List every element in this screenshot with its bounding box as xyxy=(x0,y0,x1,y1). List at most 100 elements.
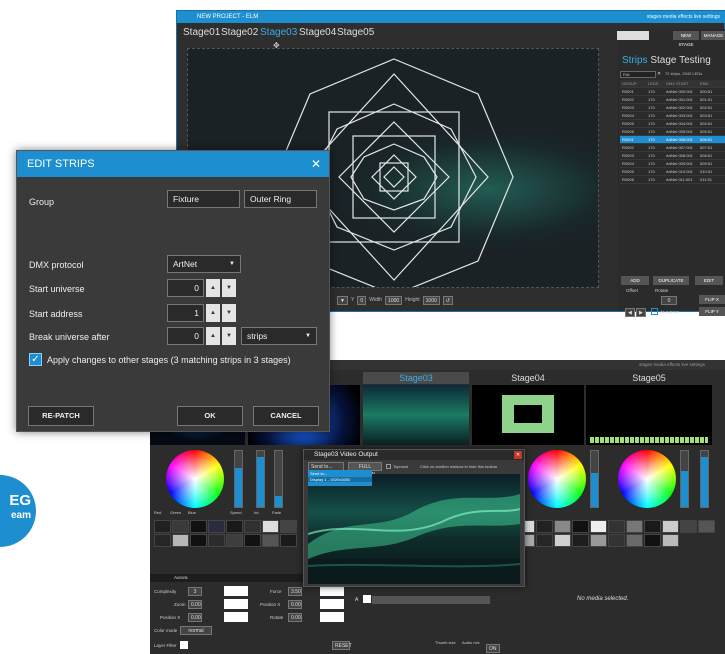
re-patch-button[interactable]: RE-PATCH xyxy=(28,406,94,426)
table-row[interactable]: R0003 170 ArtNet 008:001 008:51 xyxy=(620,152,725,160)
step-down-button[interactable]: ▼ xyxy=(337,295,348,305)
group-field-2[interactable]: Outer Ring xyxy=(244,190,317,208)
table-row[interactable]: R0005 170 ArtNet 010:001 010:51 xyxy=(620,168,725,176)
layer-filter-swatch[interactable] xyxy=(180,641,188,649)
start-address-down-button[interactable]: ▼ xyxy=(222,304,236,322)
new-stage-button[interactable]: NEW STAGE xyxy=(673,31,699,47)
color-wheel-mid[interactable] xyxy=(528,450,586,508)
menu-item-display1[interactable]: Display 1 - 1920x1080 xyxy=(308,477,372,482)
color-wheel-left[interactable] xyxy=(166,450,224,508)
param-zoom-field[interactable]: 0.00 xyxy=(188,600,202,609)
height-field[interactable]: 1000 xyxy=(422,295,440,305)
width-field[interactable]: 1000 xyxy=(385,295,403,305)
break-universe-up-button[interactable]: ▲ xyxy=(206,327,220,345)
edit-button[interactable]: EDIT xyxy=(695,276,723,285)
param-force-field[interactable]: 3.50 xyxy=(288,587,302,596)
start-universe-down-button[interactable]: ▼ xyxy=(222,279,236,297)
on-button[interactable]: ON xyxy=(486,644,500,653)
ok-button[interactable]: OK xyxy=(177,406,243,426)
table-row[interactable]: R0004 170 ArtNet 009:001 009:51 xyxy=(620,160,725,168)
table-row[interactable]: R0002 170 ArtNet 007:001 007:51 xyxy=(620,144,725,152)
menu-item-send-to[interactable]: Send to... xyxy=(308,470,372,477)
force-slider[interactable] xyxy=(320,586,344,596)
intensity-slider-left[interactable] xyxy=(256,450,265,508)
effect-library-right[interactable] xyxy=(518,520,718,547)
speed-slider-left[interactable] xyxy=(234,450,243,508)
flip-y-button[interactable]: FLIP Y xyxy=(699,307,725,316)
effect-library-left[interactable] xyxy=(154,520,304,547)
fade-slider-left[interactable] xyxy=(274,450,283,508)
table-row[interactable]: R0003 170 ArtNet 002:001 002:51 xyxy=(620,104,725,112)
right-panel: NEW STAGE MANAGE Strips Stage Testing Fi… xyxy=(617,29,725,317)
layer-a-swatch[interactable] xyxy=(363,595,371,603)
param-rotate-field[interactable]: 0.00 xyxy=(288,613,302,622)
stage03-preview[interactable] xyxy=(363,385,469,445)
break-unit-select[interactable]: strips ▼ xyxy=(241,327,317,345)
intensity-slider-right[interactable] xyxy=(700,450,709,508)
speed-slider-right[interactable] xyxy=(680,450,689,508)
tab-stage02[interactable]: Stage02 xyxy=(221,27,258,38)
tab-stage04[interactable]: Stage04 xyxy=(472,372,584,384)
table-row[interactable]: R0006 170 ArtNet 005:001 005:51 xyxy=(620,128,725,136)
break-universe-down-button[interactable]: ▼ xyxy=(222,327,236,345)
close-icon[interactable]: ✕ xyxy=(514,451,522,459)
color-wheel-right[interactable] xyxy=(618,450,676,508)
offset-left-button[interactable]: ◀ xyxy=(625,308,635,317)
topmost-checkbox[interactable] xyxy=(386,464,391,469)
param-posx-field[interactable]: 0.00 xyxy=(188,613,202,622)
reset-icon[interactable]: ↺ xyxy=(442,295,453,305)
dmx-protocol-select[interactable]: ArtNet ▼ xyxy=(167,255,241,273)
top-menu[interactable]: stages media effects live settings xyxy=(647,11,720,23)
tab-stage[interactable]: Stage xyxy=(650,55,676,66)
param-posx2-field[interactable]: 0.00 xyxy=(288,600,302,609)
blue-label: Blue xyxy=(188,510,197,515)
tab-stage03[interactable]: Stage03 xyxy=(260,27,297,38)
tab-testing[interactable]: Testing xyxy=(679,55,711,66)
rotate-slider[interactable] xyxy=(320,612,344,622)
offset-right-button[interactable]: ▶ xyxy=(636,308,646,317)
reset-button[interactable]: RESET xyxy=(332,641,352,650)
complexity-slider[interactable] xyxy=(224,586,248,596)
cancel-button[interactable]: CANCEL xyxy=(253,406,319,426)
clear-filter-icon[interactable]: ✕ xyxy=(657,71,661,77)
window-titlebar: NEW PROJECT - ELM xyxy=(177,11,725,23)
tab-stage05[interactable]: Stage05 xyxy=(586,372,712,384)
posx2-slider[interactable] xyxy=(320,599,344,609)
duplicate-button[interactable]: DUPLICATE xyxy=(653,276,689,285)
speed-slider-mid[interactable] xyxy=(590,450,599,508)
table-row[interactable]: R0006 170 ArtNet 011:001 011:51 xyxy=(620,176,725,184)
posx-slider[interactable] xyxy=(224,612,248,622)
tab-strips[interactable]: Strips xyxy=(622,55,648,66)
tab-stage01[interactable]: Stage01 xyxy=(183,27,220,38)
table-row[interactable]: R0001 170 ArtNet 006:001 006:51 xyxy=(620,136,725,144)
group-field-1[interactable]: Fixture xyxy=(167,190,240,208)
tab-stage04[interactable]: Stage04 xyxy=(299,27,336,38)
param-complexity-field[interactable]: 3 xyxy=(188,587,202,596)
start-address-up-button[interactable]: ▲ xyxy=(206,304,220,322)
start-universe-up-button[interactable]: ▲ xyxy=(206,279,220,297)
break-universe-field[interactable]: 0 xyxy=(167,327,204,345)
flip-x-button[interactable]: FLIP X xyxy=(699,295,725,304)
tab-stage05[interactable]: Stage05 xyxy=(337,27,374,38)
param-colormode-select[interactable]: normal xyxy=(180,626,212,635)
table-row[interactable]: R0005 170 ArtNet 004:001 004:51 xyxy=(620,120,725,128)
y-field[interactable]: 0 xyxy=(357,295,367,305)
table-row[interactable]: R0004 170 ArtNet 003:001 003:51 xyxy=(620,112,725,120)
table-row[interactable]: R0002 170 ArtNet 001:001 001:51 xyxy=(620,96,725,104)
tab-stage03[interactable]: Stage03 xyxy=(363,372,469,384)
zoom-slider[interactable] xyxy=(224,599,248,609)
rotate-field[interactable]: 0 xyxy=(661,296,677,305)
stage05-preview[interactable] xyxy=(586,385,712,445)
as-group-checkbox[interactable] xyxy=(651,308,658,315)
close-icon[interactable]: ✕ xyxy=(311,151,321,177)
stage04-preview[interactable] xyxy=(472,385,584,445)
add-button[interactable]: ADD xyxy=(621,276,649,285)
start-address-field[interactable]: 1 xyxy=(167,304,204,322)
panel-tabs: Strips Stage Testing xyxy=(622,55,711,66)
layer-a-slider[interactable] xyxy=(372,596,490,604)
manage-button[interactable]: MANAGE xyxy=(701,31,725,40)
start-universe-field[interactable]: 0 xyxy=(167,279,204,297)
table-row[interactable]: R0001 170 ArtNet 000:001 000:51 xyxy=(620,88,725,96)
filter-input[interactable]: Fixt xyxy=(620,71,656,78)
apply-changes-checkbox[interactable]: ✓ xyxy=(29,353,42,366)
